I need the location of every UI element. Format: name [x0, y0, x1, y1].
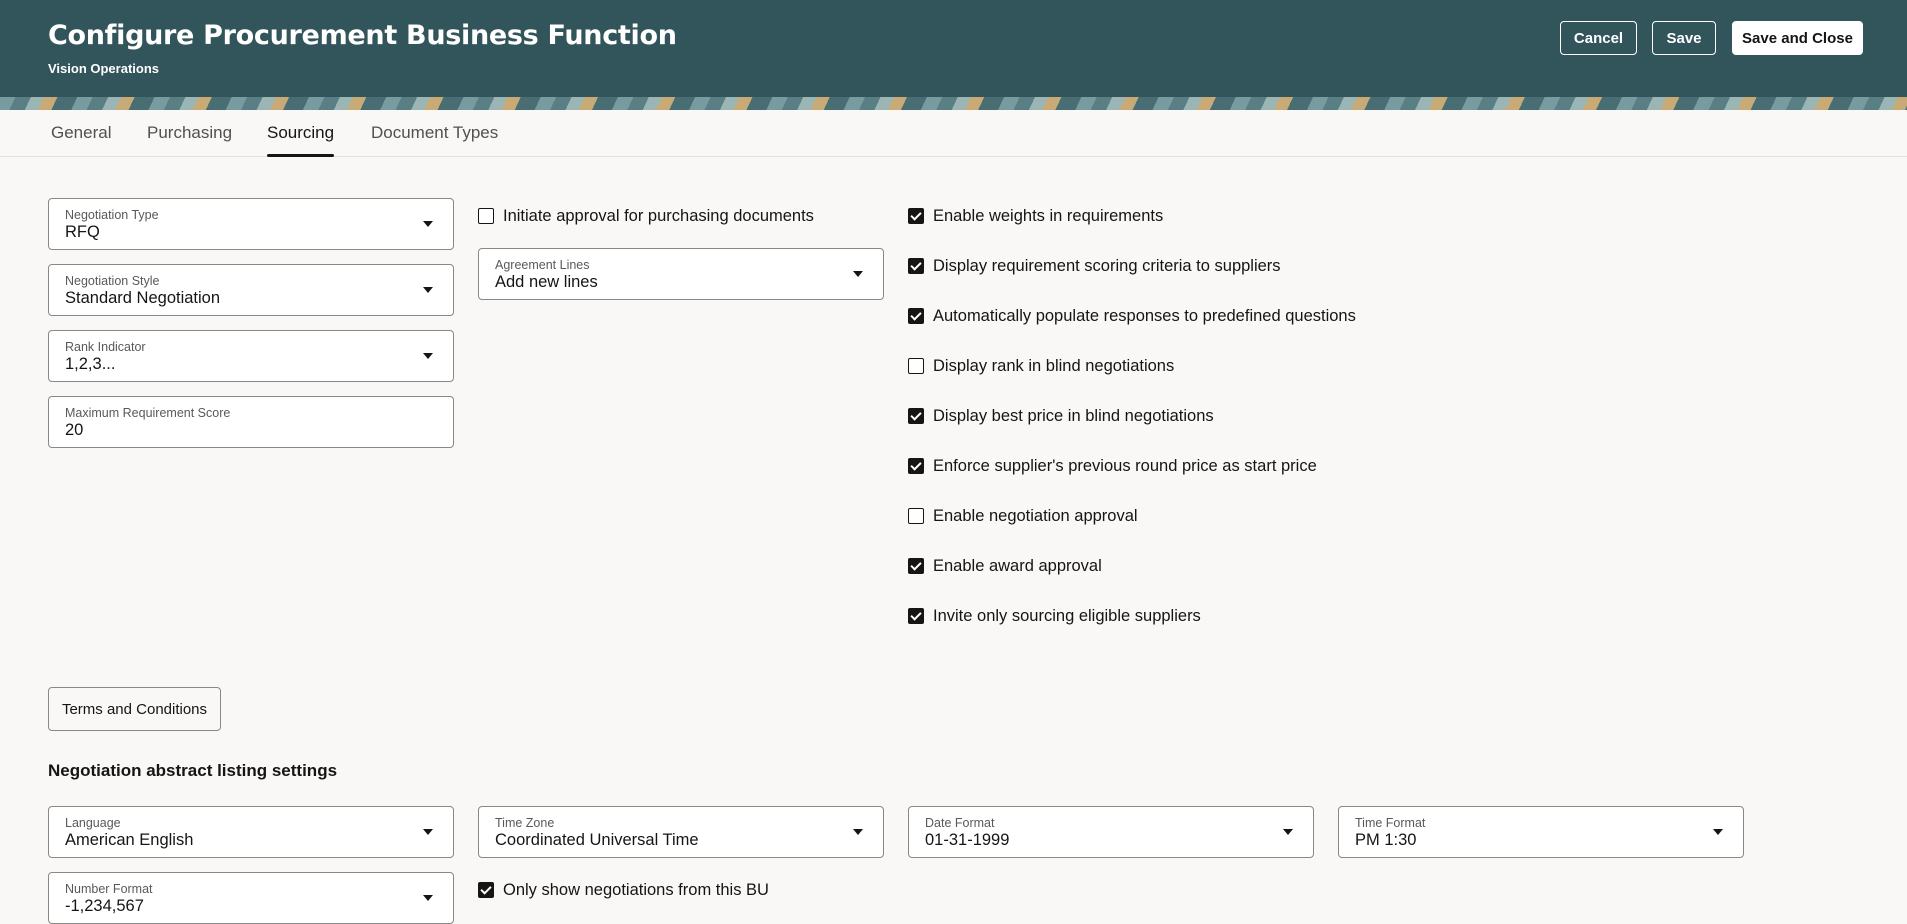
initiate-approval-checkbox[interactable]: Initiate approval for purchasing documen… [478, 205, 814, 227]
checkbox-label: Display requirement scoring criteria to … [933, 256, 1281, 275]
field-value: Standard Negotiation [65, 289, 221, 307]
chevron-down-icon[interactable] [853, 829, 863, 835]
checkbox-label: Enable negotiation approval [933, 506, 1138, 525]
field-label: Rank Indicator [65, 340, 146, 354]
field-value: American English [65, 831, 194, 849]
field-value: Add new lines [495, 273, 598, 291]
only-this-bu-checkbox[interactable]: Only show negotiations from this BU [478, 879, 769, 901]
checkbox-icon[interactable] [908, 558, 924, 574]
language-select[interactable]: Language American English [48, 806, 454, 858]
field-label: Agreement Lines [495, 258, 590, 272]
chevron-down-icon[interactable] [423, 829, 433, 835]
section-title: Negotiation abstract listing settings [48, 761, 338, 780]
option-checkbox[interactable]: Enforce supplier's previous round price … [908, 455, 1317, 477]
field-label: Language [65, 816, 121, 830]
checkbox-icon[interactable] [908, 608, 924, 624]
field-label: Date Format [925, 816, 995, 830]
save-and-close-button[interactable]: Save and Close [1732, 21, 1863, 55]
option-checkbox[interactable]: Enable negotiation approval [908, 505, 1138, 527]
option-checkbox[interactable]: Enable award approval [908, 555, 1102, 577]
checkbox-icon[interactable] [908, 208, 924, 224]
negotiation-type-select[interactable]: Negotiation Type RFQ [48, 198, 454, 250]
tab-purchasing[interactable]: Purchasing [147, 110, 232, 156]
tab-sourcing[interactable]: Sourcing [267, 110, 335, 157]
date-format-select[interactable]: Date Format 01-31-1999 [908, 806, 1314, 858]
page-title: Configure Procurement Business Function [48, 20, 677, 51]
number-format-select[interactable]: Number Format -1,234,567 [48, 872, 454, 924]
option-checkbox[interactable]: Display rank in blind negotiations [908, 355, 1174, 377]
chevron-down-icon[interactable] [1713, 829, 1723, 835]
save-button[interactable]: Save [1652, 21, 1716, 55]
checkbox-label: Enable award approval [933, 556, 1102, 575]
checkbox-icon[interactable] [478, 208, 494, 224]
tab-document-types[interactable]: Document Types [371, 110, 498, 156]
field-label: Negotiation Type [65, 208, 159, 222]
checkbox-icon[interactable] [908, 358, 924, 374]
checkbox-label: Enable weights in requirements [933, 206, 1164, 225]
option-checkbox[interactable]: Automatically populate responses to pred… [908, 305, 1356, 327]
option-checkbox[interactable]: Invite only sourcing eligible suppliers [908, 605, 1201, 627]
field-value: PM 1:30 [1355, 831, 1417, 849]
chevron-down-icon[interactable] [423, 895, 433, 901]
field-label: Time Zone [495, 816, 555, 830]
tab-general[interactable]: General [51, 110, 111, 156]
checkbox-icon[interactable] [908, 458, 924, 474]
time-zone-select[interactable]: Time Zone Coordinated Universal Time [478, 806, 884, 858]
field-value: 1,2,3... [65, 355, 116, 373]
chevron-down-icon[interactable] [423, 353, 433, 359]
checkbox-label: Display best price in blind negotiations [933, 406, 1214, 425]
field-value: -1,234,567 [65, 897, 144, 915]
chevron-down-icon[interactable] [423, 287, 433, 293]
cancel-button[interactable]: Cancel [1560, 21, 1637, 55]
chevron-down-icon[interactable] [423, 221, 433, 227]
option-checkbox[interactable]: Display requirement scoring criteria to … [908, 255, 1281, 277]
chevron-down-icon[interactable] [1283, 829, 1293, 835]
option-checkbox[interactable]: Enable weights in requirements [908, 205, 1163, 227]
field-value: RFQ [65, 223, 100, 241]
field-label: Number Format [65, 882, 153, 896]
negotiation-style-select[interactable]: Negotiation Style Standard Negotiation [48, 264, 454, 316]
checkbox-label: Invite only sourcing eligible suppliers [933, 606, 1201, 625]
checkbox-icon[interactable] [908, 408, 924, 424]
max-requirement-score-input[interactable]: Maximum Requirement Score 20 [48, 396, 454, 448]
checkbox-label: Display rank in blind negotiations [933, 356, 1175, 375]
field-value: 01-31-1999 [925, 831, 1010, 849]
field-label: Maximum Requirement Score [65, 406, 231, 420]
checkbox-icon[interactable] [908, 258, 924, 274]
rank-indicator-select[interactable]: Rank Indicator 1,2,3... [48, 330, 454, 382]
checkbox-icon[interactable] [908, 508, 924, 524]
tab-bar: General Purchasing Sourcing Document Typ… [0, 110, 1907, 157]
checkbox-label: Automatically populate responses to pred… [933, 306, 1356, 325]
checkbox-label: Enforce supplier's previous round price … [933, 456, 1317, 475]
checkbox-label: Only show negotiations from this BU [503, 880, 769, 899]
terms-and-conditions-button[interactable]: Terms and Conditions [48, 687, 221, 731]
time-format-select[interactable]: Time Format PM 1:30 [1338, 806, 1744, 858]
field-value: Coordinated Universal Time [495, 831, 699, 849]
checkbox-label: Initiate approval for purchasing documen… [503, 206, 814, 225]
checkbox-icon[interactable] [908, 308, 924, 324]
page-subtitle: Vision Operations [48, 61, 160, 76]
field-value: 20 [65, 421, 84, 439]
field-label: Time Format [1355, 816, 1426, 830]
chevron-down-icon[interactable] [853, 271, 863, 277]
option-checkbox[interactable]: Display best price in blind negotiations [908, 405, 1214, 427]
decorative-banner [0, 97, 1907, 110]
field-label: Negotiation Style [65, 274, 160, 288]
page-header: Configure Procurement Business Function … [0, 0, 1907, 110]
agreement-lines-select[interactable]: Agreement Lines Add new lines [478, 248, 884, 300]
checkbox-icon[interactable] [478, 882, 494, 898]
